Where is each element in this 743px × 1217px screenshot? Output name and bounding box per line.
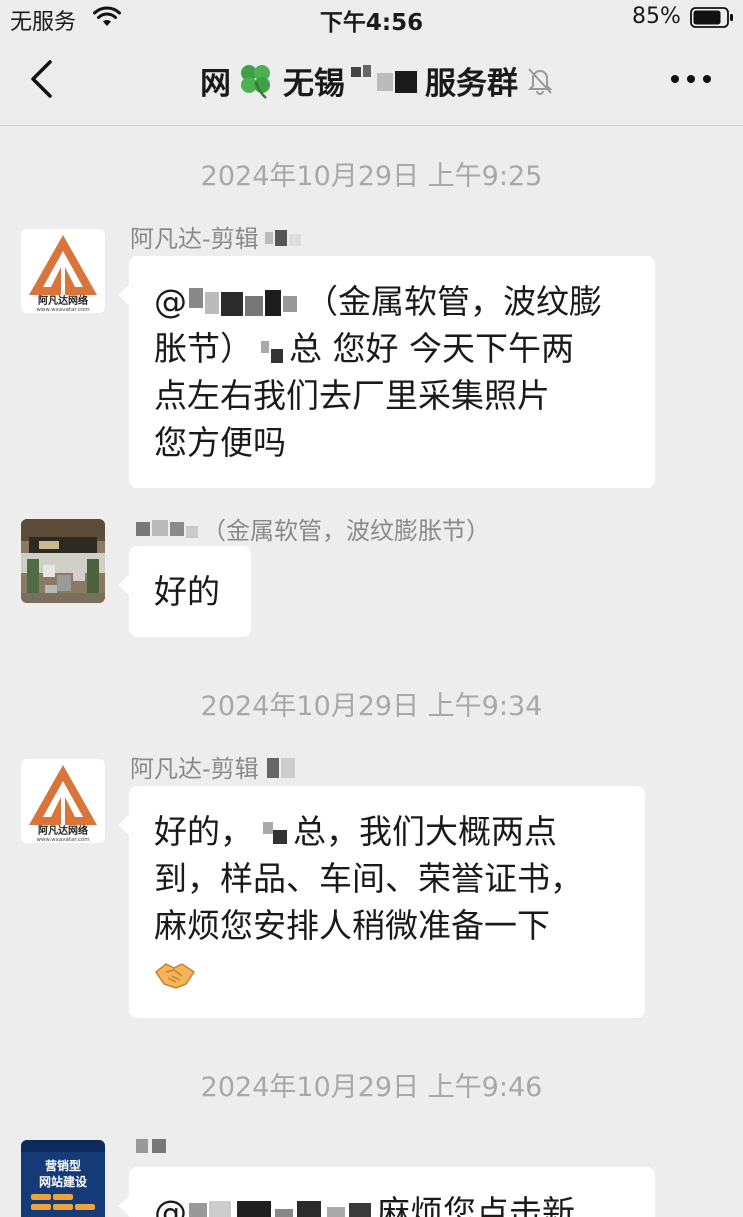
- redacted-text: [261, 226, 305, 248]
- banner-title: 营销型: [45, 1158, 81, 1173]
- chat-header: 网 无锡 服务群: [0, 36, 743, 126]
- message-line: 到，样品、车间、荣誉证书，: [154, 859, 583, 898]
- avatar-url: www.wxavatar.com: [36, 307, 89, 313]
- message-bubble[interactable]: 好的: [118, 546, 251, 637]
- mention-symbol: @: [154, 282, 187, 321]
- redacted-text: [253, 333, 289, 369]
- redacted-text: [349, 63, 421, 97]
- chevron-left-icon[interactable]: [22, 54, 62, 104]
- title-mid: 无锡: [283, 65, 345, 102]
- handshake-icon: [154, 962, 196, 989]
- message-line: 点左右我们去厂里采集照片: [154, 376, 550, 415]
- sender-name: （金属软管，波纹膨胀节）: [130, 511, 490, 546]
- bell-muted-icon: [527, 68, 553, 95]
- battery-icon: [690, 7, 733, 28]
- redacted-text: [263, 754, 307, 780]
- avatar-brand-logo[interactable]: 阿凡达网络 www.wxavatar.com: [21, 759, 105, 843]
- message-text: 好的: [154, 572, 220, 611]
- message-text: （金属软管，波纹膨: [305, 282, 602, 321]
- message-line: [154, 949, 620, 996]
- mention-symbol: @: [154, 1193, 187, 1217]
- message-text: 麻烦您点击新: [377, 1193, 575, 1217]
- message-text: 好的，: [154, 812, 253, 851]
- message-line: @ （金属软管，波纹膨: [154, 278, 630, 325]
- message-bubble[interactable]: @ （金属软管，波纹膨 胀节） 总 您好 今天下午两 点左右我们去厂里采集照片 …: [118, 256, 655, 488]
- message-bubble[interactable]: @ 麻烦您点击新: [118, 1167, 655, 1217]
- banner-title: 网站建设: [39, 1174, 88, 1189]
- message-text: 总 您好 今天下午两: [289, 329, 574, 368]
- avatar-photo[interactable]: [21, 519, 105, 603]
- message-line: 您方便吗: [154, 423, 286, 462]
- redacted-text: [253, 816, 293, 852]
- sender-name: 阿凡达-剪辑: [130, 749, 307, 784]
- avatar-brand-logo[interactable]: 阿凡达网络 www.wxavatar.com: [21, 229, 105, 313]
- avatar-url: www.wxavatar.com: [36, 837, 89, 843]
- sender-name-text: （金属软管，波纹膨胀节）: [202, 517, 490, 545]
- redacted-text: [130, 516, 202, 542]
- avatar-website-banner[interactable]: 营销型 网站建设: [21, 1140, 105, 1217]
- message-timestamp: 2024年10月29日 上午9:46: [200, 1072, 543, 1103]
- message-line: 麻烦您安排人稍微准备一下: [154, 906, 550, 945]
- title-prefix: 网: [200, 65, 231, 102]
- redacted-mention: [187, 1197, 377, 1217]
- redacted-text: [130, 1135, 174, 1157]
- chat-messages[interactable]: 2024年10月29日 上午9:25 阿凡达网络 www.wxavatar.co…: [0, 127, 743, 1217]
- sender-name-text: 阿凡达-剪辑: [130, 755, 259, 783]
- status-bar: 无服务 下午4:56 85%: [0, 0, 743, 36]
- message-text: 总，我们大概两点: [293, 812, 557, 851]
- message-line: 好的， 总，我们大概两点: [154, 808, 620, 855]
- sender-name: 阿凡达-剪辑: [130, 219, 305, 254]
- title-suffix: 服务群: [425, 65, 518, 102]
- message-timestamp: 2024年10月29日 上午9:34: [200, 691, 543, 722]
- more-dots-icon[interactable]: [668, 64, 714, 94]
- avatar-caption: 阿凡达网络: [38, 294, 88, 307]
- clover-icon: [241, 65, 270, 99]
- message-line: 胀节） 总 您好 今天下午两: [154, 325, 630, 372]
- battery-percent: 85%: [632, 4, 681, 29]
- sender-name-text: 阿凡达-剪辑: [130, 225, 259, 253]
- avatar-caption: 阿凡达网络: [38, 824, 88, 837]
- message-bubble[interactable]: 好的， 总，我们大概两点 到，样品、车间、荣誉证书， 麻烦您安排人稍微准备一下: [118, 786, 645, 1018]
- message-timestamp: 2024年10月29日 上午9:25: [200, 161, 543, 192]
- sender-name: [130, 1135, 174, 1157]
- chat-title[interactable]: 网 无锡 服务群: [200, 60, 554, 102]
- redacted-mention: [187, 284, 305, 324]
- message-text: 胀节）: [154, 329, 253, 368]
- message-line: @ 麻烦您点击新: [154, 1189, 630, 1217]
